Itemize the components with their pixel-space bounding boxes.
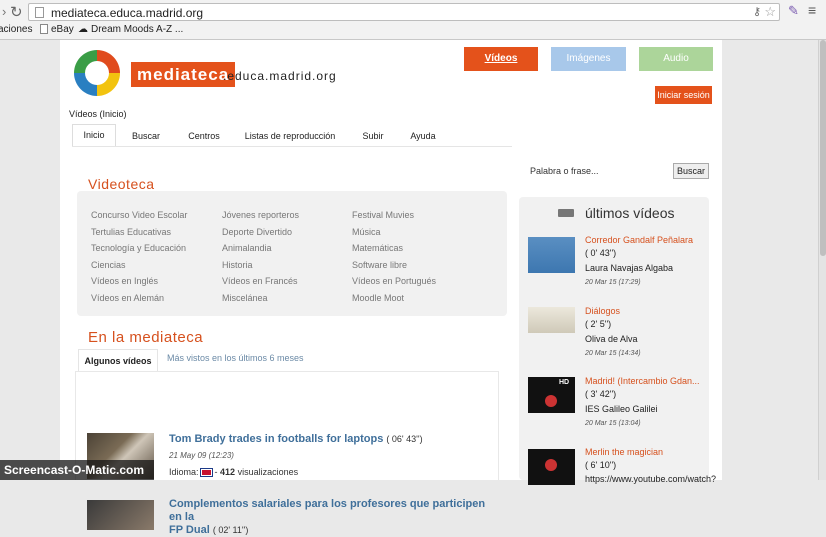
category-link[interactable]: Deporte Divertido xyxy=(222,227,292,237)
page-icon xyxy=(40,24,48,34)
video-title[interactable]: Tom Brady trades in footballs for laptop… xyxy=(169,433,423,446)
latest-video-author: Oliva de Alva xyxy=(585,334,638,344)
bookmark-star-icon[interactable]: ☆ xyxy=(764,4,776,20)
mediateca-logo[interactable] xyxy=(74,50,120,96)
category-link[interactable]: Vídeos en Francés xyxy=(222,276,298,286)
nav-divider xyxy=(72,146,512,147)
category-link[interactable]: Vídeos en Portugués xyxy=(352,276,436,286)
video-language: Idioma: - 412 visualizaciones xyxy=(169,467,299,477)
tab-images[interactable]: Imágenes xyxy=(551,47,626,71)
tab-audio[interactable]: Audio xyxy=(639,47,713,71)
url-text[interactable]: mediateca.educa.madrid.org xyxy=(51,6,203,20)
category-link[interactable]: Tertulias Educativas xyxy=(91,227,171,237)
watermark: Screencast-O-Matic.com xyxy=(0,460,154,480)
nav-subir[interactable]: Subir xyxy=(355,126,391,146)
video-date: 21 May 09 (12:23) xyxy=(169,451,234,460)
video-thumbnail[interactable]: HD xyxy=(528,377,575,413)
hd-badge: HD xyxy=(559,379,570,386)
latest-videos-title: últimos vídeos xyxy=(585,205,675,221)
browser-chrome: › ↻ mediateca.educa.madrid.org ⚷ ☆ ✎ ≡ a… xyxy=(0,0,826,40)
latest-video-duration: ( 6' 10'') xyxy=(585,460,617,470)
latest-video-duration: ( 0' 43'') xyxy=(585,248,617,258)
search-input[interactable]: Palabra o frase... xyxy=(524,163,669,181)
logo-icon xyxy=(545,395,557,407)
reload-icon[interactable]: ↻ xyxy=(10,3,23,21)
cloud-icon: ☁ xyxy=(78,24,88,35)
video-thumbnail[interactable] xyxy=(528,307,575,333)
video-title[interactable]: Complementos salariales para los profeso… xyxy=(169,498,489,537)
latest-video-author: Laura Navajas Algaba xyxy=(585,263,674,273)
bookmark-item[interactable]: aciones xyxy=(0,24,32,35)
key-icon[interactable]: ⚷ xyxy=(753,5,761,18)
uk-flag-icon xyxy=(200,468,214,477)
category-link[interactable]: Moodle Moot xyxy=(352,293,404,303)
category-link[interactable]: Miscelánea xyxy=(222,293,268,303)
tab-videos[interactable]: Vídeos xyxy=(464,47,538,71)
mediateca-section-title: En la mediateca xyxy=(88,329,204,346)
category-link[interactable]: Animalandia xyxy=(222,243,272,253)
category-link[interactable]: Software libre xyxy=(352,260,407,270)
brand-name[interactable]: mediateca xyxy=(131,62,236,87)
category-link[interactable]: Jóvenes reporteros xyxy=(222,210,299,220)
nav-centros[interactable]: Centros xyxy=(181,126,227,146)
search-placeholder: Palabra o frase... xyxy=(530,166,599,176)
category-link[interactable]: Historia xyxy=(222,260,253,270)
brand-domain: .educa.madrid.org xyxy=(223,69,337,83)
nav-ayuda[interactable]: Ayuda xyxy=(403,126,443,146)
category-link[interactable]: Festival Muvies xyxy=(352,210,414,220)
latest-video-date: 20 Mar 15 (13:04) xyxy=(585,420,641,427)
latest-video-title[interactable]: Diálogos xyxy=(585,306,703,316)
category-link[interactable]: Música xyxy=(352,227,381,237)
category-link[interactable]: Matemáticas xyxy=(352,243,403,253)
bookmark-label: Dream Moods A-Z ... xyxy=(91,24,184,35)
latest-video-author: https://www.youtube.com/watch? xyxy=(585,474,717,484)
bookmarks-bar: aciones eBay ☁ Dream Moods A-Z ... xyxy=(0,23,826,39)
breadcrumb: Vídeos (Inicio) xyxy=(69,109,127,119)
search-button[interactable]: Buscar xyxy=(673,163,709,179)
nav-inicio[interactable]: Inicio xyxy=(72,124,116,146)
latest-video-author: IES Galileo Galilei xyxy=(585,404,658,414)
nav-listas[interactable]: Listas de reproducción xyxy=(240,126,340,146)
video-thumbnail[interactable] xyxy=(528,237,575,273)
tab-mas-vistos[interactable]: Más vistos en los últimos 6 meses xyxy=(167,353,304,363)
scrollbar-thumb[interactable] xyxy=(820,40,826,256)
videoteca-title: Videoteca xyxy=(88,176,155,192)
address-bar[interactable]: mediateca.educa.madrid.org ⚷ ☆ xyxy=(28,3,780,21)
bookmark-label: eBay xyxy=(51,24,74,35)
latest-video-title[interactable]: Madrid! (Intercambio Gdan... xyxy=(585,376,703,386)
category-link[interactable]: Tecnología y Educación xyxy=(91,243,186,253)
tab-algunos-videos[interactable]: Algunos vídeos xyxy=(78,349,158,371)
bookmark-item[interactable]: ☁ Dream Moods A-Z ... xyxy=(78,24,183,35)
nav-buscar[interactable]: Buscar xyxy=(126,126,166,146)
menu-icon[interactable]: ≡ xyxy=(808,2,816,18)
film-icon xyxy=(558,209,574,217)
category-link[interactable]: Vídeos en Inglés xyxy=(91,276,158,286)
page-scrollbar[interactable] xyxy=(818,40,826,480)
latest-videos-panel: últimos vídeos Corredor Gandalf Peñalara… xyxy=(519,197,716,485)
category-link[interactable]: Vídeos en Alemán xyxy=(91,293,164,303)
latest-video-duration: ( 3' 42'') xyxy=(585,389,617,399)
latest-video-title[interactable]: Merlin the magician xyxy=(585,447,703,457)
latest-video-title[interactable]: Corredor Gandalf Peñalara xyxy=(585,235,703,245)
bookmark-item[interactable]: eBay xyxy=(40,24,74,35)
latest-video-date: 20 Mar 15 (17:29) xyxy=(585,279,641,286)
category-link[interactable]: Ciencias xyxy=(91,260,126,270)
category-link[interactable]: Concurso Video Escolar xyxy=(91,210,187,220)
logo-icon xyxy=(545,459,557,471)
page: mediateca .educa.madrid.org Vídeos Imáge… xyxy=(60,40,722,536)
login-button[interactable]: Iniciar sesión xyxy=(655,86,712,104)
latest-video-duration: ( 2' 5'') xyxy=(585,319,612,329)
video-thumbnail[interactable] xyxy=(87,500,154,530)
latest-video-date: 20 Mar 15 (14:34) xyxy=(585,350,641,357)
page-icon xyxy=(35,7,44,18)
back-arrow-icon[interactable]: › xyxy=(2,4,6,19)
pen-extension-icon[interactable]: ✎ xyxy=(788,3,799,19)
